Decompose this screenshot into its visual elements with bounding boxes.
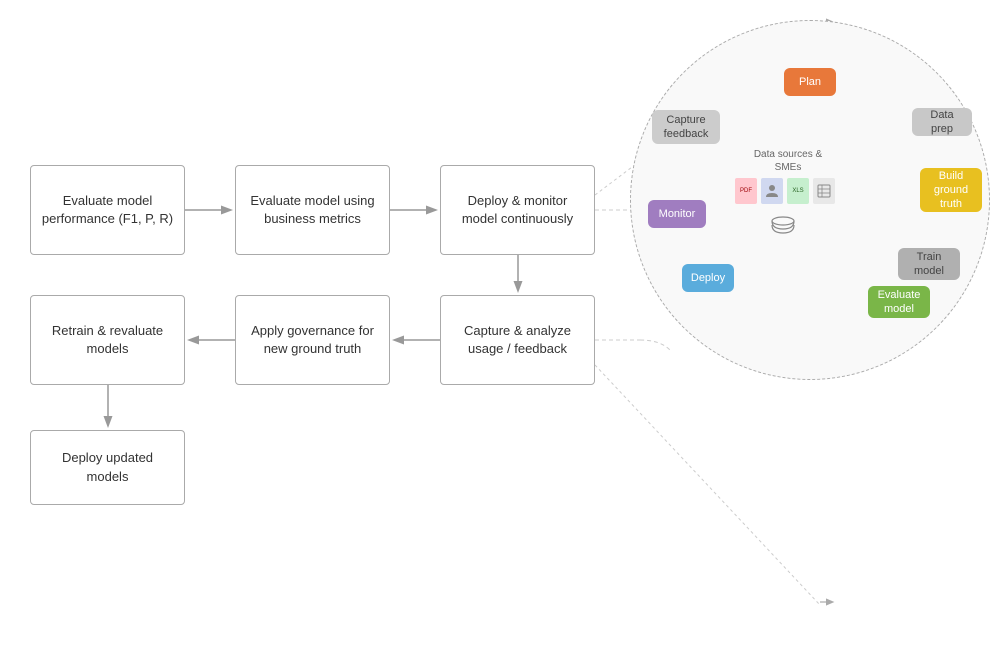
apply-governance-box: Apply governance for new ground truth — [235, 295, 390, 385]
data-sources-label: Data sources & SMEs — [748, 148, 828, 174]
evaluate-performance-box: Evaluate model performance (F1, P, R) — [30, 165, 185, 255]
deploy-monitor-box: Deploy & monitor model continuously — [440, 165, 595, 255]
evaluate-model-node: Evaluate model — [868, 286, 930, 318]
database-icon — [770, 216, 796, 238]
build-ground-truth-node: Build ground truth — [920, 168, 982, 212]
cycle-diagram: Plan Capture feedback Data prep Data sou… — [630, 20, 990, 380]
capture-analyze-box: Capture & analyze usage / feedback — [440, 295, 595, 385]
capture-feedback-node: Capture feedback — [652, 110, 720, 144]
evaluate-business-box: Evaluate model using business metrics — [235, 165, 390, 255]
pdf-icon: PDF — [735, 178, 757, 204]
diagram-container: Evaluate model performance (F1, P, R) Ev… — [0, 0, 1000, 645]
document-icons: PDF XLS — [735, 178, 835, 204]
data-prep-node: Data prep — [912, 108, 972, 136]
train-model-node: Train model — [898, 248, 960, 280]
table-icon — [813, 178, 835, 204]
plan-node: Plan — [784, 68, 836, 96]
person-icon — [761, 178, 783, 204]
monitor-node: Monitor — [648, 200, 706, 228]
deploy-node: Deploy — [682, 264, 734, 292]
retrain-box: Retrain & revaluate models — [30, 295, 185, 385]
deploy-updated-box: Deploy updated models — [30, 430, 185, 505]
xls-icon: XLS — [787, 178, 809, 204]
